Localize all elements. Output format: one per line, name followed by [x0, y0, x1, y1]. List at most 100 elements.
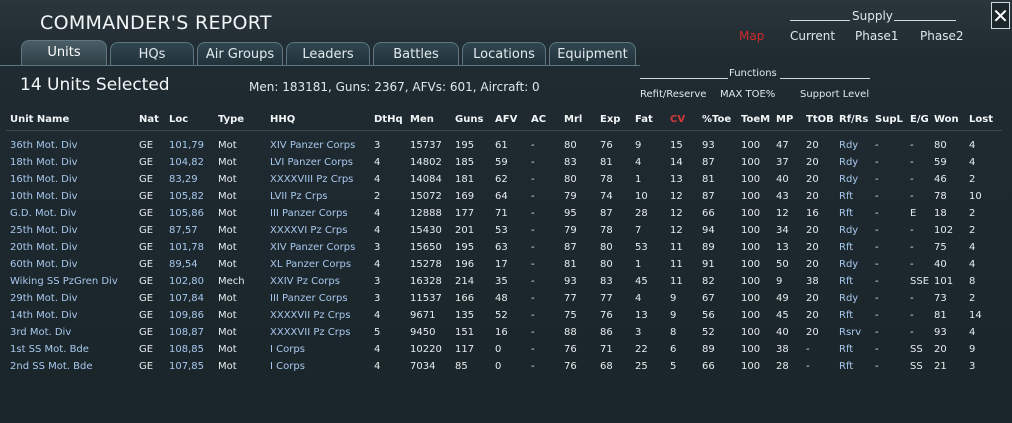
supply-option-map[interactable]: Map [739, 29, 764, 43]
max-toe-button[interactable]: MAX TOE% [720, 89, 775, 100]
table-row[interactable]: 20th Mot. Div GE 101,78 Mot XIV Panzer Corps… [0, 240, 1012, 257]
column-header-cv[interactable]: CV [670, 114, 685, 125]
column-header-toe-pct[interactable]: %Toe [702, 114, 731, 125]
column-header-afv[interactable]: AFV [495, 114, 517, 125]
column-header-won[interactable]: Won [934, 114, 959, 125]
cell-loc: 101,78 [169, 242, 204, 253]
column-header-mrl[interactable]: Mrl [564, 114, 582, 125]
tab-battles[interactable]: Battles [373, 42, 459, 65]
cell-exp: 68 [600, 361, 613, 372]
supply-option-phase1[interactable]: Phase1 [855, 29, 898, 43]
cell-mrl: 76 [564, 344, 577, 355]
cell-unit-name[interactable]: 10th Mot. Div [10, 191, 78, 202]
tab-equipment[interactable]: Equipment [549, 42, 636, 65]
tab-air-groups[interactable]: Air Groups [197, 42, 283, 65]
column-header-guns[interactable]: Guns [455, 114, 483, 125]
cell-unit-name[interactable]: 3rd Mot. Div [10, 327, 71, 338]
cell-hhq[interactable]: XXXXVIII Pz Crps [270, 174, 353, 185]
table-row[interactable]: 18th Mot. Div GE 104,82 Mot LVI Panzer Corps… [0, 155, 1012, 172]
cell-rf-rs: Rdy [839, 157, 859, 168]
cell-hhq[interactable]: XL Panzer Corps [270, 259, 351, 270]
table-row[interactable]: Wiking SS PzGren Div GE 102,80 Mech XXIV Pz … [0, 274, 1012, 291]
column-header-lost[interactable]: Lost [969, 114, 993, 125]
supply-option-phase2[interactable]: Phase2 [920, 29, 963, 43]
supply-option-current[interactable]: Current [790, 29, 835, 43]
column-header-rf-rs[interactable]: Rf/Rs [839, 114, 868, 125]
tab-locations[interactable]: Locations [462, 42, 546, 65]
cell-guns: 135 [455, 310, 475, 321]
cell-hhq[interactable]: LVI Panzer Corps [270, 157, 353, 168]
table-row[interactable]: 2nd SS Mot. Bde GE 107,85 Mot I Corps 4 7034 85… [0, 359, 1012, 376]
cell-mrl: 79 [564, 191, 577, 202]
table-row[interactable]: 1st SS Mot. Bde GE 108,85 Mot I Corps 4 10220 1… [0, 342, 1012, 359]
cell-hhq[interactable]: XXXXVII Pz Crps [270, 310, 350, 321]
cell-won: 93 [934, 327, 947, 338]
column-header-unit-name[interactable]: Unit Name [10, 114, 69, 125]
cell-unit-name[interactable]: 18th Mot. Div [10, 157, 78, 168]
cell-rf-rs: Rft [839, 208, 854, 219]
tab-units[interactable]: Units [21, 40, 107, 66]
cell-toem: 100 [741, 361, 761, 372]
cell-hhq[interactable]: XIV Panzer Corps [270, 140, 355, 151]
cell-men: 9671 [410, 310, 436, 321]
column-header-type[interactable]: Type [218, 114, 244, 125]
cell-unit-name[interactable]: 60th Mot. Div [10, 259, 78, 270]
cell-unit-name[interactable]: 36th Mot. Div [10, 140, 78, 151]
cell-mp: 40 [776, 327, 789, 338]
cell-unit-name[interactable]: 14th Mot. Div [10, 310, 78, 321]
cell-toe-pct: 81 [702, 174, 715, 185]
table-row[interactable]: 60th Mot. Div GE 89,54 Mot XL Panzer Corps 4 1… [0, 257, 1012, 274]
column-header-toem[interactable]: ToeM [741, 114, 770, 125]
cell-hhq[interactable]: III Panzer Corps [270, 208, 348, 219]
cell-unit-name[interactable]: 25th Mot. Div [10, 225, 78, 236]
column-header-mp[interactable]: MP [776, 114, 793, 125]
table-row[interactable]: 14th Mot. Div GE 109,86 Mot XXXXVII Pz Crps 4… [0, 308, 1012, 325]
cell-e-g: - [910, 191, 914, 202]
support-level-button[interactable]: Support Level [800, 89, 869, 100]
cell-unit-name[interactable]: G.D. Mot. Div [10, 208, 76, 219]
cell-unit-name[interactable]: Wiking SS PzGren Div [10, 276, 118, 287]
cell-hhq[interactable]: XXXXVII Pz Crps [270, 327, 350, 338]
table-row[interactable]: 36th Mot. Div GE 101,79 Mot XIV Panzer Corps… [0, 138, 1012, 155]
close-button[interactable]: ✕ [991, 2, 1010, 29]
refit-reserve-button[interactable]: Refit/Reserve [640, 89, 706, 100]
cell-hhq[interactable]: I Corps [270, 344, 305, 355]
cell-cv: 9 [670, 310, 677, 321]
column-header-dthq[interactable]: DtHq [374, 114, 403, 125]
cell-hhq[interactable]: III Panzer Corps [270, 293, 348, 304]
column-header-hhq[interactable]: HHQ [270, 114, 295, 125]
table-row[interactable]: G.D. Mot. Div GE 105,86 Mot III Panzer Corps… [0, 206, 1012, 223]
table-row[interactable]: 25th Mot. Div GE 87,57 Mot XXXXVI Pz Crps 4 15… [0, 223, 1012, 240]
cell-rf-rs: Rft [839, 242, 854, 253]
tab-hqs[interactable]: HQs [110, 42, 194, 65]
cell-unit-name[interactable]: 2nd SS Mot. Bde [10, 361, 93, 372]
cell-unit-name[interactable]: 29th Mot. Div [10, 293, 78, 304]
cell-unit-name[interactable]: 20th Mot. Div [10, 242, 78, 253]
table-row[interactable]: 3rd Mot. Div GE 108,87 Mot XXXXVII Pz Crps 5 9… [0, 325, 1012, 342]
cell-afv: 48 [495, 293, 508, 304]
column-header-fat[interactable]: Fat [635, 114, 653, 125]
cell-loc: 108,85 [169, 344, 204, 355]
table-row[interactable]: 10th Mot. Div GE 105,82 Mot LVII Pz Crps 2 150… [0, 189, 1012, 206]
cell-hhq[interactable]: XXIV Pz Corps [270, 276, 340, 287]
table-row[interactable]: 29th Mot. Div GE 107,84 Mot III Panzer Corps… [0, 291, 1012, 308]
cell-hhq[interactable]: I Corps [270, 361, 305, 372]
tab-leaders[interactable]: Leaders [286, 42, 370, 65]
cell-hhq[interactable]: XIV Panzer Corps [270, 242, 355, 253]
cell-afv: 16 [495, 327, 508, 338]
cell-guns: 169 [455, 191, 475, 202]
cell-hhq[interactable]: XXXXVI Pz Crps [270, 225, 347, 236]
column-header-loc[interactable]: Loc [169, 114, 188, 125]
column-header-ttob[interactable]: TtOB [806, 114, 834, 125]
column-header-ac[interactable]: AC [531, 114, 546, 125]
cell-unit-name[interactable]: 16th Mot. Div [10, 174, 78, 185]
column-header-exp[interactable]: Exp [600, 114, 620, 125]
column-header-men[interactable]: Men [410, 114, 434, 125]
column-header-e-g[interactable]: E/G [910, 114, 929, 125]
table-row[interactable]: 16th Mot. Div GE 83,29 Mot XXXXVIII Pz Crps 4… [0, 172, 1012, 189]
cell-unit-name[interactable]: 1st SS Mot. Bde [10, 344, 89, 355]
column-header-nat[interactable]: Nat [139, 114, 159, 125]
column-header-supl[interactable]: SupL [875, 114, 903, 125]
cell-loc: 83,29 [169, 174, 198, 185]
cell-hhq[interactable]: LVII Pz Crps [270, 191, 328, 202]
